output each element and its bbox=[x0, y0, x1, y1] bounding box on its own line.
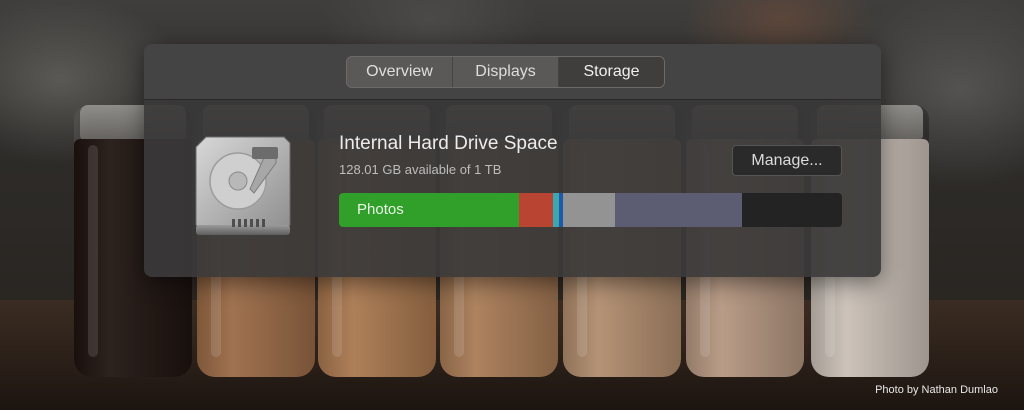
hard-drive-icon bbox=[192, 133, 294, 239]
manage-button[interactable]: Manage... bbox=[732, 145, 842, 176]
storage-segment-label: Photos bbox=[357, 201, 404, 218]
storage-segment[interactable]: Photos bbox=[339, 193, 519, 227]
drive-title: Internal Hard Drive Space bbox=[339, 133, 558, 154]
tab-storage[interactable]: Storage bbox=[559, 57, 664, 87]
storage-segment[interactable] bbox=[615, 193, 742, 227]
storage-segment[interactable] bbox=[519, 193, 553, 227]
tab-displays[interactable]: Displays bbox=[453, 57, 559, 87]
window-toolbar: Overview Displays Storage bbox=[144, 44, 881, 100]
about-this-mac-window: Overview Displays Storage Internal Hard … bbox=[144, 44, 881, 277]
tab-overview[interactable]: Overview bbox=[347, 57, 453, 87]
drive-capacity-text: 128.01 GB available of 1 TB bbox=[339, 162, 502, 177]
storage-segment[interactable] bbox=[563, 193, 615, 227]
photo-credit: Photo by Nathan Dumlao bbox=[875, 384, 998, 396]
tab-bar: Overview Displays Storage bbox=[346, 56, 665, 88]
storage-usage-bar: Photos bbox=[339, 193, 842, 227]
